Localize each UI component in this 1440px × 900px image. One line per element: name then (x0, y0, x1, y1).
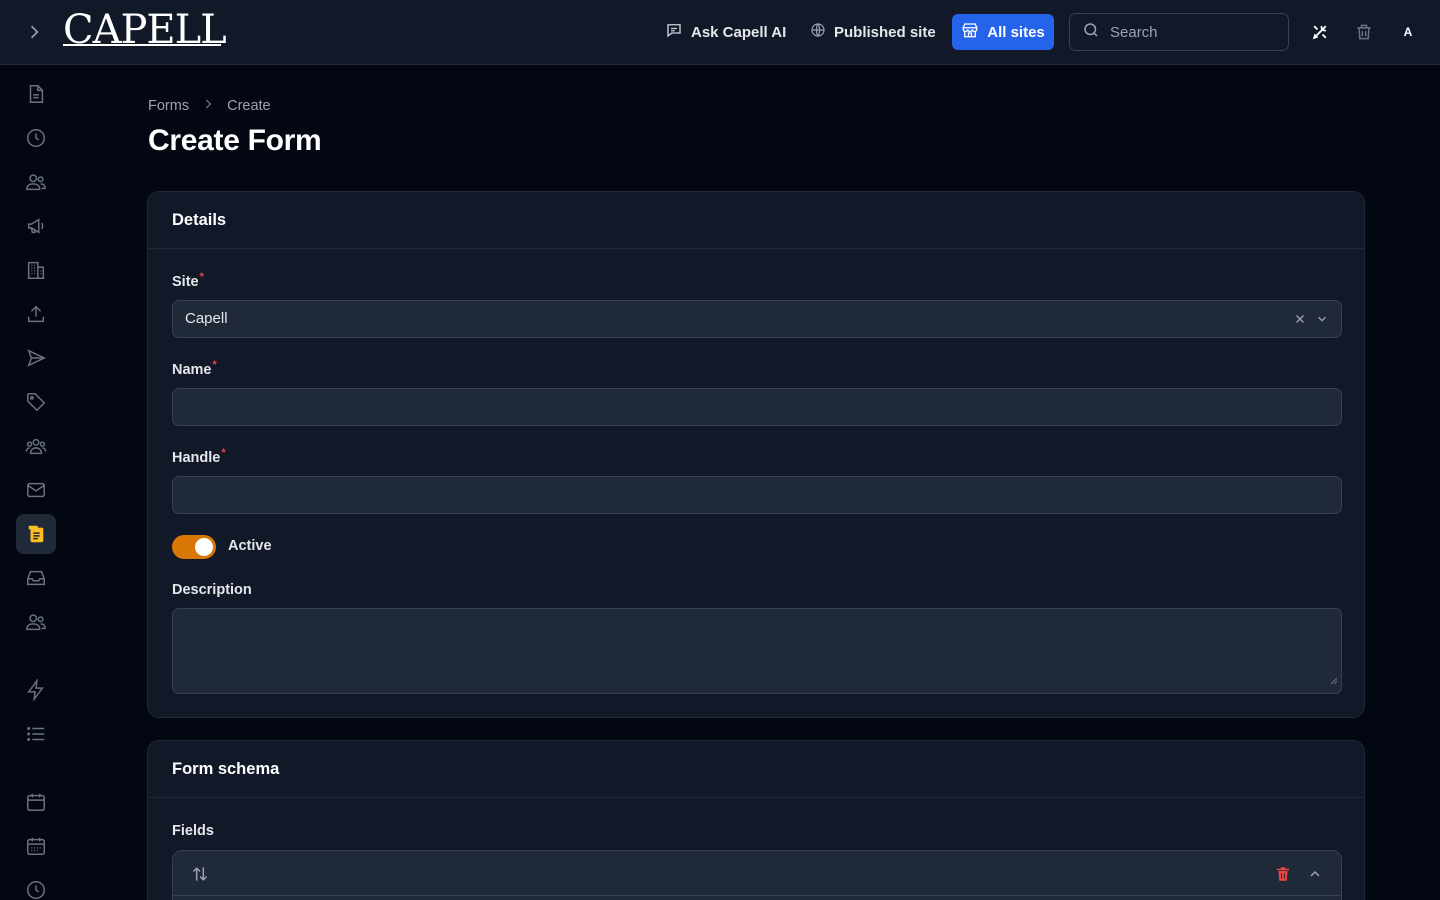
users-icon (26, 174, 46, 191)
form-schema-heading: Form schema (148, 741, 1364, 798)
sidebar-item-groups[interactable] (16, 426, 56, 466)
avatar[interactable]: A (1396, 20, 1420, 44)
chevron-down-icon[interactable] (1315, 312, 1329, 331)
handle-field[interactable] (173, 477, 1341, 513)
globe-icon (810, 22, 826, 42)
clear-icon[interactable] (1293, 312, 1307, 331)
handle-label: Handle* (172, 447, 226, 466)
handle-field-wrapper (172, 476, 1342, 514)
sidebar-item-tags[interactable] (16, 382, 56, 422)
ask-ai-button[interactable]: Ask Capell AI (665, 16, 786, 48)
active-label: Active (228, 538, 272, 554)
breadcrumb-forms[interactable]: Forms (148, 98, 189, 114)
paper-plane-icon (27, 349, 46, 367)
upload-icon (27, 305, 45, 323)
tag-icon (27, 393, 46, 412)
top-bar: CAPELL Ask Capell AI Published site All … (0, 0, 1440, 65)
sidebar-item-mail[interactable] (16, 470, 56, 510)
fields-label: Fields (172, 823, 214, 839)
name-field[interactable] (173, 389, 1341, 425)
reorder-icon[interactable] (189, 863, 211, 885)
site-select-value: Capell (185, 310, 228, 327)
document-icon (29, 85, 44, 103)
search-input[interactable] (1110, 23, 1270, 41)
sidebar-item-calendar[interactable] (16, 782, 56, 822)
chevron-right-icon (201, 97, 215, 115)
list-icon (27, 727, 45, 741)
sidebar-item-campaigns[interactable] (16, 206, 56, 246)
description-label: Description (172, 582, 252, 598)
bolt-icon (27, 679, 44, 701)
all-sites-button[interactable]: All sites (952, 14, 1054, 50)
users-icon (26, 614, 46, 631)
calendar-icon (27, 793, 45, 811)
name-field-wrapper (172, 388, 1342, 426)
search-box[interactable] (1069, 13, 1289, 51)
building-icon (27, 261, 45, 279)
user-group-icon (25, 438, 47, 455)
megaphone-icon (27, 218, 44, 234)
sidebar-item-logs[interactable] (16, 870, 56, 900)
fields-repeater (172, 850, 1342, 900)
clipboard-icon (28, 525, 44, 543)
sidebar-item-schedule[interactable] (16, 826, 56, 866)
breadcrumb-create[interactable]: Create (227, 98, 271, 114)
ask-ai-label: Ask Capell AI (691, 23, 787, 41)
sidebar-item-pages[interactable] (16, 74, 56, 114)
active-toggle[interactable] (172, 535, 216, 559)
envelope-icon (27, 482, 45, 498)
sidebar-item-history[interactable] (16, 118, 56, 158)
clock-icon (27, 881, 45, 899)
sidebar-item-forms[interactable] (16, 514, 56, 554)
tools-icon[interactable] (1308, 20, 1332, 44)
site-label: Site* (172, 271, 204, 290)
repeater-item-header (173, 851, 1341, 896)
chevron-right-icon[interactable] (22, 20, 46, 44)
sidebar-item-uploads[interactable] (16, 294, 56, 334)
toggle-knob (195, 538, 213, 556)
description-field[interactable] (172, 608, 1342, 694)
sidebar-item-inbox[interactable] (16, 558, 56, 598)
logo-underline (63, 44, 221, 46)
calendar-days-icon (27, 837, 45, 855)
clock-icon (27, 129, 45, 147)
sidebar-item-send[interactable] (16, 338, 56, 378)
inbox-icon (27, 570, 45, 586)
sidebar-item-members[interactable] (16, 602, 56, 642)
all-sites-label: All sites (987, 23, 1045, 41)
name-label: Name* (172, 359, 217, 378)
sidebar-item-lists[interactable] (16, 714, 56, 754)
details-heading: Details (148, 192, 1364, 249)
sidebar-item-automations[interactable] (16, 670, 56, 710)
chat-icon (665, 21, 683, 43)
site-select[interactable]: Capell (172, 300, 1342, 338)
trash-icon[interactable] (1352, 20, 1376, 44)
published-site-label: Published site (834, 23, 936, 41)
sidebar-item-companies[interactable] (16, 250, 56, 290)
resize-grip-icon[interactable] (1330, 672, 1338, 690)
storefront-icon (961, 21, 979, 43)
sidebar-item-users[interactable] (16, 162, 56, 202)
chevron-up-icon[interactable] (1304, 863, 1326, 885)
breadcrumb: Forms Create (148, 97, 271, 115)
page-title: Create Form (148, 124, 322, 157)
published-site-button[interactable]: Published site (810, 16, 936, 48)
form-schema-section: Form schema Fields (147, 740, 1365, 900)
search-icon (1082, 21, 1100, 44)
details-section: Details Site* Capell Name* Handle* Activ… (147, 191, 1365, 718)
delete-icon[interactable] (1272, 863, 1294, 885)
